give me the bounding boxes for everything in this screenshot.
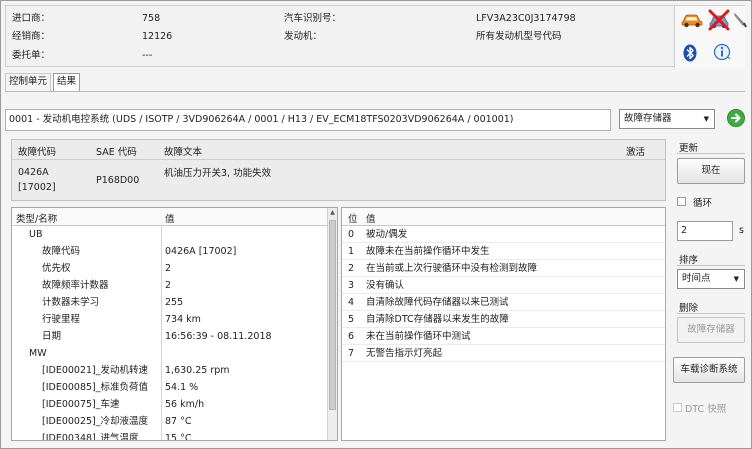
list-item[interactable]: MW <box>12 345 328 362</box>
interval-unit: s <box>739 225 744 236</box>
col-sae-code[interactable]: SAE 代码 <box>96 144 137 158</box>
memory-type-select[interactable]: 故障存储器 ▼ <box>619 109 715 129</box>
info-icon[interactable] <box>713 42 733 65</box>
list-item[interactable]: 日期 16:56:39 - 08.11.2018 <box>12 328 328 345</box>
importer-value: 758 <box>142 13 161 24</box>
list-item[interactable]: 故障频率计数器 2 <box>12 277 328 294</box>
environment-table-header: 类型/名称 值 <box>12 208 328 226</box>
sae-code: P168D00 <box>96 175 140 186</box>
fault-table: 故障代码 SAE 代码 故障文本 激活 0426A [17002] P168D0… <box>11 139 666 201</box>
dealer-value: 12126 <box>142 31 173 42</box>
importer-label: 进口商： <box>12 13 51 24</box>
list-item[interactable]: [IDE00348]_进气温度 15 °C <box>12 430 328 440</box>
update-now-button[interactable]: 现在 <box>677 158 745 184</box>
list-item[interactable]: 优先权 2 <box>12 260 328 277</box>
chevron-down-icon: ▼ <box>733 275 739 283</box>
table-row[interactable]: 1 故障未在当前操作循环中发生 <box>342 243 665 260</box>
col-bit-value[interactable]: 值 <box>366 211 376 225</box>
delete-fault-memory-button[interactable]: 故障存储器 <box>677 317 745 343</box>
status-bits-table: 位 值 0 被动/偶发 1 故障未在当前操作循环中发生 2 在当前或上次行驶循环中没有… <box>341 207 666 441</box>
tab-results[interactable]: 结果 <box>53 73 81 91</box>
vin-value: LFV3A23C0J3174798 <box>476 13 576 24</box>
fault-table-header: 故障代码 SAE 代码 故障文本 激活 <box>12 140 665 160</box>
col-fault-text[interactable]: 故障文本 <box>164 144 202 158</box>
dtc-snapshot-label: DTC 快照 <box>685 404 727 415</box>
list-item[interactable]: UB <box>12 226 328 243</box>
dtc-snapshot-checkbox[interactable] <box>673 403 682 412</box>
arrow-right-icon <box>731 113 741 123</box>
car-icon[interactable] <box>681 12 703 31</box>
list-item[interactable]: 计数器未学习 255 <box>12 294 328 311</box>
list-item[interactable]: [IDE00025]_冷却液温度 87 °C <box>12 413 328 430</box>
engine-value: 所有发动机型号代码 <box>476 31 562 42</box>
list-item[interactable]: 行驶里程 734 km <box>12 311 328 328</box>
bluetooth-icon[interactable] <box>683 44 697 65</box>
sort-value: 时间点 <box>682 273 711 284</box>
chevron-down-icon: ▼ <box>703 115 709 123</box>
table-row[interactable]: 3 没有确认 <box>342 277 665 294</box>
fault-text: 机油压力开关3, 功能失效 <box>164 168 272 179</box>
environment-data-table: 类型/名称 值 UB 故障代码 0426A [17002] 优先权 2 故障频率计数… <box>11 207 338 441</box>
engine-label: 发动机： <box>284 31 323 42</box>
vin-label: 汽车识别号： <box>284 13 342 24</box>
col-bit[interactable]: 位 <box>348 211 358 225</box>
cycle-label: 循环 <box>693 198 713 209</box>
go-arrow-button[interactable] <box>727 109 745 127</box>
memory-type-value: 故障存储器 <box>624 113 672 124</box>
fault-code: 0426A <box>18 167 49 178</box>
table-row[interactable]: 2 在当前或上次行驶循环中没有检测到故障 <box>342 260 665 277</box>
list-item[interactable]: [IDE00085]_标准负荷值 54.1 % <box>12 379 328 396</box>
app-window: 进口商： 758 经销商： 12126 委托单： --- 汽车识别号： LFV3… <box>0 0 752 449</box>
order-value: --- <box>142 50 153 61</box>
list-item[interactable]: 故障代码 0426A [17002] <box>12 243 328 260</box>
update-label: 更新 <box>679 143 699 154</box>
tab-control-units[interactable]: 控制单元 <box>5 73 52 91</box>
control-unit-path: 0001 - 发动机电控系统 (UDS / ISOTP / 3VD906264A… <box>5 109 611 131</box>
fault-row[interactable]: 0426A [17002] P168D00 机油压力开关3, 功能失效 <box>12 161 665 201</box>
col-active[interactable]: 激活 <box>626 144 645 158</box>
vehicle-info-header: 进口商： 758 经销商： 12126 委托单： --- 汽车识别号： LFV3… <box>5 5 747 68</box>
fault-code-sub: [17002] <box>18 182 56 193</box>
divider <box>677 153 745 154</box>
col-fault-code[interactable]: 故障代码 <box>18 144 56 158</box>
list-item[interactable]: [IDE00021]_发动机转速 1,630.25 rpm <box>12 362 328 379</box>
scroll-up-icon[interactable]: ▲ <box>328 208 337 218</box>
obd-system-button[interactable]: 车载诊断系统 <box>673 357 745 383</box>
interval-input[interactable]: 2 <box>677 221 733 241</box>
status-bits-header: 位 值 <box>342 208 665 226</box>
disconnected-car-icon[interactable] <box>707 8 731 35</box>
list-item[interactable]: [IDE00075]_车速 56 km/h <box>12 396 328 413</box>
tab-divider <box>5 91 745 92</box>
table-row[interactable]: 6 未在当前操作循环中测试 <box>342 328 665 345</box>
col-type-name[interactable]: 类型/名称 <box>16 211 57 225</box>
order-label: 委托单： <box>12 50 51 61</box>
wrench-icon[interactable] <box>733 12 747 31</box>
dealer-label: 经销商： <box>12 31 51 42</box>
col-value[interactable]: 值 <box>165 211 175 225</box>
scrollbar-thumb[interactable] <box>329 220 336 410</box>
connection-status-area <box>674 6 747 68</box>
environment-scrollbar[interactable]: ▲ <box>327 208 337 440</box>
table-row[interactable]: 7 无警告指示灯亮起 <box>342 345 665 362</box>
sort-label: 排序 <box>679 255 699 266</box>
sort-select[interactable]: 时间点 ▼ <box>677 269 745 289</box>
table-row[interactable]: 0 被动/偶发 <box>342 226 665 243</box>
divider <box>677 313 745 314</box>
cycle-checkbox[interactable] <box>677 197 686 206</box>
divider <box>677 265 745 266</box>
delete-label: 删除 <box>679 303 699 314</box>
table-row[interactable]: 4 自清除故障代码存储器以来已测试 <box>342 294 665 311</box>
table-row[interactable]: 5 自清除DTC存储器以来发生的故障 <box>342 311 665 328</box>
